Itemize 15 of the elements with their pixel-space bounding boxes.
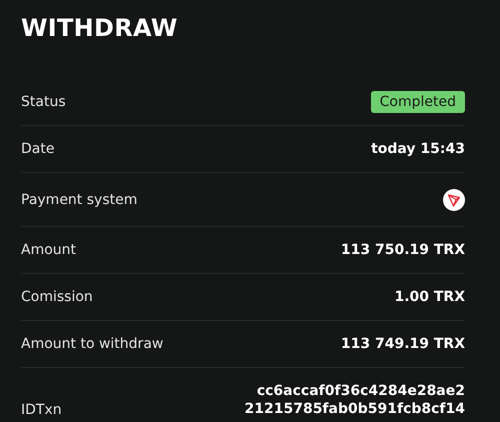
transaction-id: cc6accaf0f36c4284e28ae2 21215785fab0b591fcb8cf14 [244, 382, 465, 418]
detail-value: 1.00 TRX [394, 289, 465, 305]
detail-label: Status [21, 94, 66, 110]
detail-value: 113 750.19 TRX [340, 242, 465, 258]
detail-value: 113 749.19 TRX [340, 336, 465, 352]
detail-label: Amount to withdraw [21, 336, 164, 352]
status-badge: Completed [370, 91, 465, 113]
detail-value: today 15:43 [371, 141, 465, 157]
detail-label: Date [21, 141, 54, 157]
detail-label: IDTxn [21, 402, 62, 418]
tron-coin-icon [443, 188, 465, 210]
page-title: WITHDRAW [21, 14, 179, 42]
detail-label: Comission [21, 289, 93, 305]
detail-label: Payment system [21, 192, 138, 208]
detail-label: Amount [21, 242, 76, 258]
